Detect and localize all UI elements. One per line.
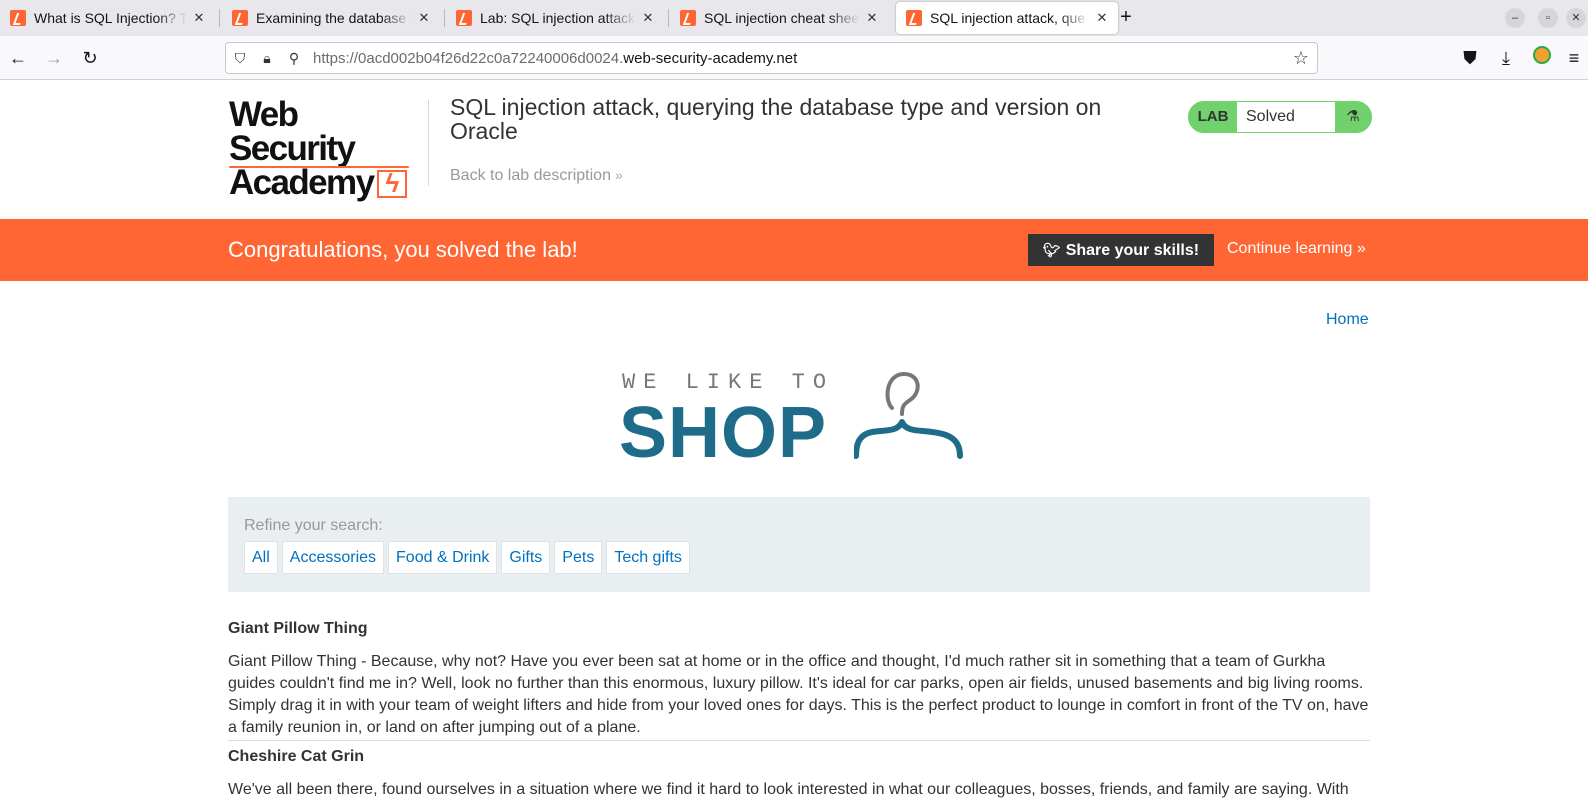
close-tab-icon[interactable]: ✕ bbox=[416, 10, 432, 26]
refine-search-label: Refine your search: bbox=[244, 517, 383, 534]
tab-bar: What is SQL Injection? Tut ✕ Examining t… bbox=[0, 0, 1588, 36]
lab-title: SQL injection attack, querying the datab… bbox=[450, 94, 1102, 144]
tab-title: Lab: SQL injection attack, bbox=[480, 10, 636, 26]
share-skills-label: Share your skills! bbox=[1065, 242, 1200, 259]
product-description: Giant Pillow Thing - Because, why not? H… bbox=[228, 653, 1369, 736]
coat-hanger-icon bbox=[854, 371, 963, 459]
congratulations-message: Congratulations, you solved the lab! bbox=[228, 237, 578, 262]
home-link[interactable]: Home bbox=[1326, 311, 1369, 329]
minimize-icon[interactable]: – bbox=[1505, 8, 1525, 28]
browser-tab-active[interactable]: SQL injection attack, que ✕ bbox=[896, 2, 1118, 34]
close-tab-icon[interactable]: ✕ bbox=[191, 10, 207, 26]
close-tab-icon[interactable]: ✕ bbox=[1094, 10, 1110, 26]
forward-arrow-icon[interactable]: → bbox=[42, 46, 66, 70]
shop-logo-word: SHOP bbox=[619, 393, 828, 473]
portswigger-favicon-icon bbox=[680, 10, 696, 26]
double-chevron-right-icon: » bbox=[1356, 240, 1366, 257]
url-host: web-security-academy.net bbox=[623, 50, 798, 67]
address-bar[interactable]: ⛉ 🔒︎ ⚲ https://0acd002b04f26d22c0a722400… bbox=[225, 42, 1318, 74]
lab-status-text: Solved bbox=[1237, 102, 1335, 132]
close-window-icon[interactable]: ✕ bbox=[1566, 8, 1586, 28]
url-text[interactable]: https://0acd002b04f26d22c0a72240006d0024… bbox=[313, 50, 797, 67]
web-security-academy-logo[interactable]: Web Security Academy bbox=[229, 95, 429, 202]
continue-learning-label: Continue learning bbox=[1227, 240, 1353, 257]
portswigger-favicon-icon bbox=[232, 10, 248, 26]
filter-accessories[interactable]: Accessories bbox=[281, 541, 385, 574]
logo-line-1: Web Security bbox=[229, 95, 356, 168]
url-prefix: https://0acd002b04f26d22c0a72240006d0024… bbox=[313, 50, 624, 67]
product-name: Giant Pillow Thing bbox=[228, 620, 368, 637]
reload-icon[interactable]: ↻ bbox=[78, 46, 102, 70]
logo-line-2: Academy bbox=[229, 163, 375, 202]
menu-icon[interactable]: ≡ bbox=[1562, 46, 1586, 70]
portswigger-favicon-icon bbox=[10, 10, 26, 26]
lab-status-badge: LAB Solved ⚗ bbox=[1188, 101, 1372, 133]
permissions-icon[interactable]: ⚲ bbox=[285, 49, 303, 67]
filter-all[interactable]: All bbox=[244, 541, 278, 574]
downloads-icon[interactable]: ⤓ bbox=[1494, 46, 1518, 70]
back-arrow-icon[interactable]: ← bbox=[6, 46, 30, 70]
filter-gifts[interactable]: Gifts bbox=[501, 541, 551, 574]
burp-extension-icon[interactable] bbox=[1530, 46, 1554, 70]
tab-title: Examining the database i bbox=[256, 10, 412, 26]
filter-tech-gifts[interactable]: Tech gifts bbox=[606, 541, 690, 574]
filter-pets[interactable]: Pets bbox=[554, 541, 603, 574]
back-link-label: Back to lab description bbox=[450, 167, 611, 184]
browser-tab[interactable]: SQL injection cheat sheet ✕ bbox=[670, 0, 888, 36]
restore-icon[interactable]: ▫ bbox=[1538, 8, 1558, 28]
product-description: We've all been there, found ourselves in… bbox=[228, 781, 1349, 798]
academy-lab-header: Web Security Academy SQL injection attac… bbox=[0, 80, 1588, 219]
close-tab-icon[interactable]: ✕ bbox=[640, 10, 656, 26]
tab-separator bbox=[219, 9, 220, 27]
product-item: Cheshire Cat Grin We've all been there, … bbox=[228, 740, 1370, 801]
portswigger-favicon-icon bbox=[456, 10, 472, 26]
refine-search-panel: Refine your search: All Accessories Food… bbox=[228, 497, 1370, 592]
lock-icon[interactable]: 🔒︎ bbox=[258, 49, 276, 67]
tab-title: SQL injection cheat sheet bbox=[704, 10, 860, 26]
new-tab-button[interactable]: + bbox=[1114, 6, 1138, 30]
tab-title: What is SQL Injection? Tut bbox=[34, 10, 187, 26]
category-filters: All Accessories Food & Drink Gifts Pets … bbox=[244, 541, 690, 574]
flask-check-icon: ⚗ bbox=[1346, 108, 1360, 125]
navigation-bar: ← → ↻ ⛉ 🔒︎ ⚲ https://0acd002b04f26d22c0a… bbox=[0, 36, 1588, 80]
tab-separator bbox=[444, 9, 445, 27]
tab-separator bbox=[668, 9, 669, 27]
double-chevron-right-icon: » bbox=[614, 167, 623, 183]
web-page: Web Security Academy SQL injection attac… bbox=[0, 80, 1588, 812]
close-tab-icon[interactable]: ✕ bbox=[864, 10, 880, 26]
lab-badge-label: LAB bbox=[1197, 108, 1229, 125]
we-like-to-shop-logo: WE LIKE TO SHOP bbox=[619, 370, 982, 473]
tab-title: SQL injection attack, que bbox=[930, 10, 1086, 26]
filter-food-and-drink[interactable]: Food & Drink bbox=[388, 541, 498, 574]
shield-icon[interactable]: ⛉ bbox=[231, 49, 249, 67]
product-name: Cheshire Cat Grin bbox=[228, 748, 365, 765]
browser-tab[interactable]: What is SQL Injection? Tut ✕ bbox=[0, 0, 215, 36]
back-to-lab-description-link[interactable]: Back to lab description» bbox=[450, 167, 623, 185]
continue-learning-link[interactable]: Continue learning » bbox=[1227, 240, 1366, 258]
bookmark-star-icon[interactable]: ☆ bbox=[1293, 48, 1309, 69]
share-skills-button[interactable]: 🐦︎ Share your skills! bbox=[1028, 234, 1214, 266]
browser-tab[interactable]: Lab: SQL injection attack, ✕ bbox=[446, 0, 664, 36]
browser-tab[interactable]: Examining the database i ✕ bbox=[222, 0, 440, 36]
portswigger-favicon-icon bbox=[906, 10, 922, 26]
logo-underline bbox=[229, 166, 409, 168]
lightning-bolt-icon bbox=[377, 168, 408, 199]
pocket-icon[interactable]: ⛊ bbox=[1458, 46, 1482, 70]
solved-banner: Congratulations, you solved the lab! 🐦︎ S… bbox=[0, 219, 1588, 281]
header-divider bbox=[428, 100, 429, 186]
product-item: Giant Pillow Thing Giant Pillow Thing - … bbox=[228, 620, 1370, 739]
twitter-icon: 🐦︎ bbox=[1042, 242, 1061, 258]
